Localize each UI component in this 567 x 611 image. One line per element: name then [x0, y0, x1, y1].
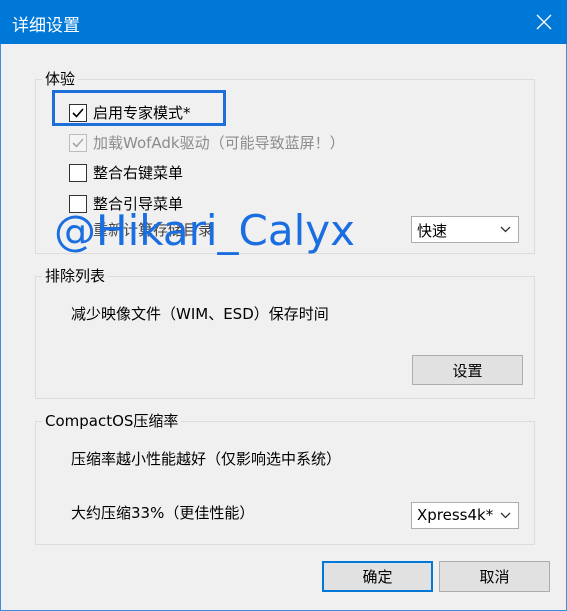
compactos-legend: CompactOS压缩率	[42, 411, 182, 431]
compression-ratio-label: 大约压缩33%（更佳性能）	[71, 504, 255, 522]
wofadk-driver-label: 加载WofAdk驱动（可能导致蓝屏！）	[93, 134, 345, 152]
cancel-button[interactable]: 取消	[439, 561, 550, 592]
speed-select-value: 快速	[417, 222, 448, 240]
settings-button[interactable]: 设置	[412, 355, 523, 385]
cancel-button-label: 取消	[479, 568, 510, 586]
settings-button-label: 设置	[452, 361, 483, 380]
exclude-list-legend: 排除列表	[42, 266, 109, 286]
close-icon	[536, 14, 552, 30]
wofadk-driver-checkbox	[69, 134, 87, 152]
close-button[interactable]	[521, 0, 567, 44]
watermark-text: @Hikari_Calyx	[54, 206, 355, 255]
speed-select[interactable]: 快速	[411, 216, 519, 243]
context-menu-checkbox[interactable]	[69, 164, 87, 182]
checkmark-icon	[72, 138, 84, 148]
title-bar: 详细设置	[0, 0, 567, 44]
context-menu-label[interactable]: 整合右键菜单	[93, 163, 183, 183]
window-title: 详细设置	[12, 16, 80, 36]
algorithm-select[interactable]: Xpress4k*	[411, 502, 519, 529]
compactos-hint: 压缩率越小性能越好（仅影响选中系统）	[71, 450, 342, 468]
chevron-down-icon	[500, 226, 511, 233]
experience-legend: 体验	[42, 69, 79, 89]
ok-button-label: 确定	[362, 568, 393, 586]
annotation-highlight-box	[52, 90, 226, 126]
chevron-down-icon	[500, 512, 511, 519]
algorithm-select-value: Xpress4k*	[417, 506, 494, 524]
window-border-left	[0, 44, 1, 611]
exclude-description: 减少映像文件（WIM、ESD）保存时间	[71, 305, 329, 323]
ok-button[interactable]: 确定	[322, 561, 433, 592]
